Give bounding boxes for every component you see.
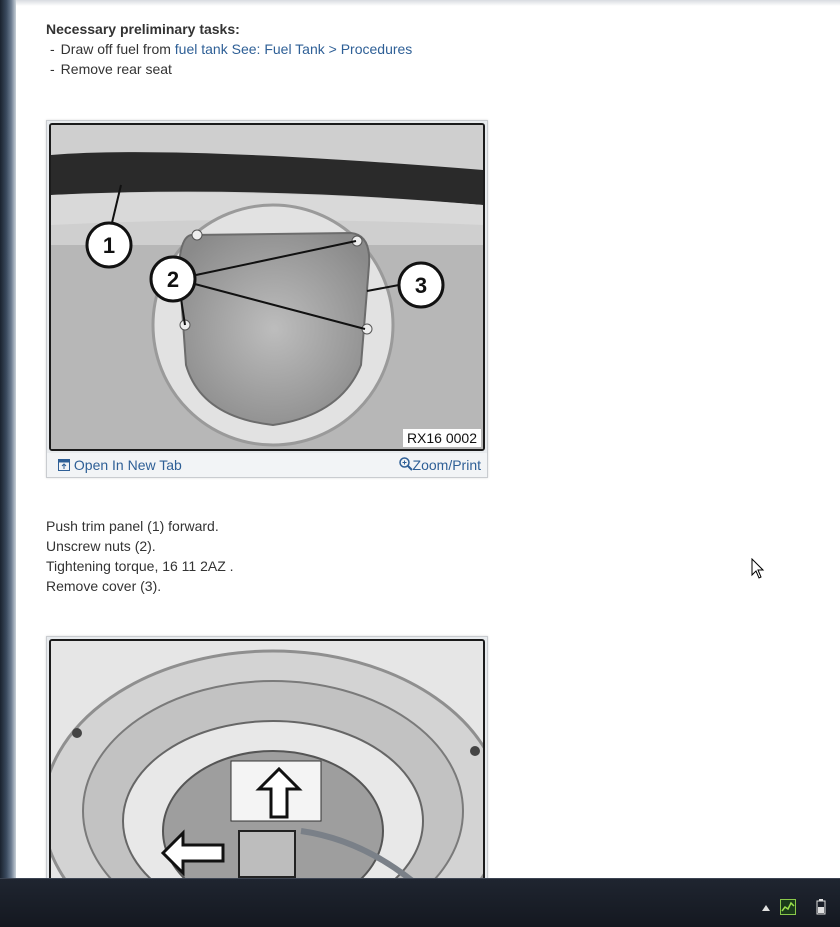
step-text: Unscrew nuts (2).	[46, 538, 156, 554]
battery-icon[interactable]	[816, 899, 826, 915]
network-monitor-icon[interactable]	[780, 899, 796, 915]
step-text: Remove cover (3).	[46, 578, 162, 594]
figure-2-image[interactable]	[49, 639, 485, 878]
callout-3: 3	[415, 273, 427, 298]
preliminary-title: Necessary preliminary tasks:	[46, 21, 240, 37]
step-text: Push trim panel (1) forward.	[46, 518, 219, 534]
mouse-cursor-icon	[751, 558, 765, 579]
taskbar	[0, 878, 840, 927]
step-text: Tightening torque, 16 11 2AZ .	[46, 558, 234, 574]
preliminary-section: Necessary preliminary tasks: - Draw off f…	[46, 19, 806, 79]
task-item: - Remove rear seat	[50, 61, 172, 77]
figure-2	[46, 636, 488, 878]
callout-2: 2	[167, 267, 179, 292]
callout-1: 1	[103, 233, 115, 258]
top-shadow	[16, 0, 840, 6]
show-hidden-icons-icon[interactable]	[762, 905, 770, 911]
window-edge	[0, 0, 16, 880]
zoom-print-link[interactable]: Zoom/Print	[398, 457, 481, 473]
new-tab-icon	[58, 459, 70, 471]
fuel-tank-procedures-link[interactable]: See: Fuel Tank > Procedures	[232, 41, 413, 57]
figure-1-label: RX16 0002	[402, 429, 481, 447]
figure-1: 1 2 3 RX16 0002 Open In New Tab Zoom/Pri…	[46, 120, 488, 478]
task-item: - Draw off fuel from fuel tank See: Fuel …	[50, 41, 413, 57]
zoom-icon	[398, 457, 413, 471]
fuel-tank-link[interactable]: fuel tank	[175, 41, 228, 57]
figure-1-image[interactable]: 1 2 3 RX16 0002	[49, 123, 485, 451]
document-page: Necessary preliminary tasks: - Draw off f…	[16, 0, 840, 878]
open-in-new-tab-link[interactable]: Open In New Tab	[58, 457, 182, 473]
figure-1-toolbar: Open In New Tab Zoom/Print	[47, 453, 487, 477]
procedure-steps: Push trim panel (1) forward. Unscrew nut…	[46, 516, 234, 596]
